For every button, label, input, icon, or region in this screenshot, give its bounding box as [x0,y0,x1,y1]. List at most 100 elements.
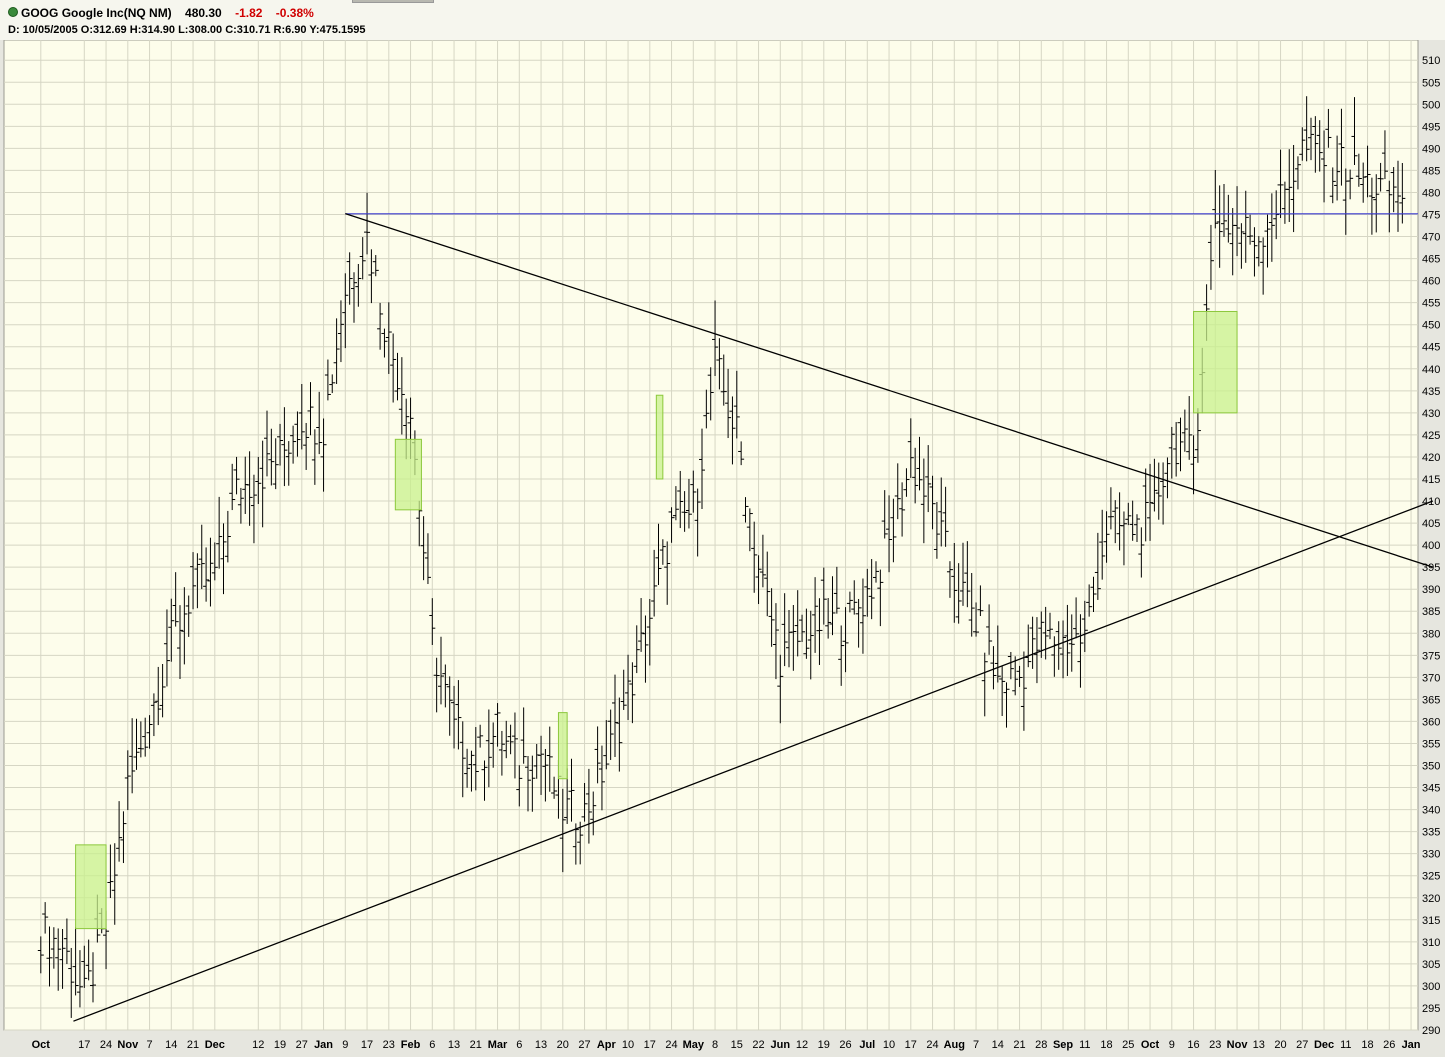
x-tick-label: Nov [117,1039,139,1051]
y-tick-label: 360 [1422,716,1440,728]
y-tick-label: 400 [1422,540,1440,552]
x-tick-label: 6 [429,1039,435,1051]
x-tick-label: 11 [1079,1039,1090,1051]
high-label: H: [129,24,142,36]
x-tick-label: 22 [752,1039,764,1051]
y-tick-label: 425 [1422,430,1440,442]
y-tick-label: 375 [1422,650,1440,662]
y-tick-label: 370 [1422,672,1440,684]
low-label: L: [178,24,189,36]
date-label: D: [8,24,20,36]
y-tick-label: 335 [1422,827,1440,839]
y-tick-label: 455 [1422,298,1440,310]
x-tick-label: 12 [252,1039,264,1051]
highlight-box[interactable] [75,844,107,930]
x-tick-label: Apr [597,1039,617,1051]
y-tick-label: 340 [1422,805,1440,817]
x-tick-label: 17 [361,1039,373,1051]
y-tick-label: 505 [1422,77,1440,89]
x-tick-label: 10 [883,1039,895,1051]
x-tick-label: 18 [1100,1039,1112,1051]
x-tick-label: 24 [665,1039,677,1051]
x-tick-label: Sep [1053,1039,1073,1051]
range-label: R: [273,24,286,36]
status-dot-icon [8,7,18,17]
y-tick-label: 475 [1422,210,1440,222]
x-tick-label: Dec [205,1039,225,1051]
x-tick-label: 27 [296,1039,308,1051]
y-tick-label: 460 [1422,276,1440,288]
y-tick-label: 365 [1422,694,1440,706]
date-value: 10/05/2005 [22,24,78,36]
x-tick-label: 8 [712,1039,718,1051]
price-change: -1.82 [235,6,263,20]
x-tick-label: 23 [383,1039,395,1051]
y-tick-label: 315 [1422,915,1440,927]
x-tick-label: 27 [1296,1039,1308,1051]
x-tick-label: 21 [187,1039,199,1051]
x-tick-label: 14 [992,1039,1004,1051]
x-tick-label: 17 [905,1039,917,1051]
y-tick-label: 385 [1422,606,1440,618]
x-tick-label: 27 [578,1039,590,1051]
chart-header: GOOG Google Inc(NQ NM) 480.30 -1.82 -0.3… [0,0,1445,40]
y-tick-label: 490 [1422,143,1440,155]
x-tick-label: Oct [32,1039,51,1051]
x-tick-label: 23 [1209,1039,1221,1051]
y-tick-label: 390 [1422,584,1440,596]
y-tick-label: 325 [1422,871,1440,883]
y-tick-label: 465 [1422,254,1440,266]
x-tick-label: 12 [796,1039,808,1051]
x-tick-label: Dec [1314,1039,1334,1051]
price-change-pct: -0.38% [275,6,314,20]
y-tick-label: 415 [1422,474,1440,486]
x-tick-label: Mar [488,1039,508,1051]
y-tick-label: 445 [1422,342,1440,354]
x-tick-label: 17 [644,1039,656,1051]
x-tick-label: 25 [1122,1039,1134,1051]
x-tick-label: Aug [944,1039,965,1051]
y-tick-label: 510 [1422,55,1440,67]
y-tick-label: 440 [1422,364,1440,376]
x-tick-label: 6 [516,1039,522,1051]
highlight-box[interactable] [655,394,664,480]
x-tick-label: 10 [622,1039,634,1051]
range-value: 6.90 [285,24,307,36]
y-tick-label: 305 [1422,959,1440,971]
x-tick-label: 9 [1169,1039,1175,1051]
company-name: Google Inc(NQ NM) [61,6,172,20]
x-tick-label: 16 [1187,1039,1199,1051]
y-tick-label: 295 [1422,1003,1440,1015]
symbol: GOOG [21,6,59,20]
y-tick-label: 350 [1422,761,1440,773]
y-tick-label: 405 [1422,518,1440,530]
x-tick-label: 19 [274,1039,286,1051]
x-tick-label: May [683,1039,705,1051]
x-tick-label: Oct [1141,1039,1160,1051]
x-tick-label: 26 [839,1039,851,1051]
ohlc-readout: D: 10/05/2005 O:312.69 H:314.90 L:308.00… [8,24,365,36]
x-tick-label: 9 [342,1039,348,1051]
x-tick-label: 26 [1383,1039,1395,1051]
x-tick-label: 7 [973,1039,979,1051]
open-label: O: [80,24,94,36]
highlight-box[interactable] [394,438,422,511]
x-tick-label: 15 [731,1039,743,1051]
x-tick-label: 11 [1340,1039,1351,1051]
highlight-box[interactable] [1193,310,1238,414]
y-tick-label: 495 [1422,121,1440,133]
price-chart[interactable]: 290 295 300 305 310 315 320 325 330 335 340 345 350 3… [0,40,1445,1057]
high-value: 314.90 [141,24,176,36]
y-tick-label: 430 [1422,408,1440,420]
y-tick-label: 310 [1422,937,1440,949]
x-tick-label: 13 [448,1039,460,1051]
cursor-y-value: 475.1595 [319,24,366,36]
toolbar-tab[interactable] [352,0,434,3]
open-value: 312.69 [93,24,127,36]
low-value: 308.00 [188,24,223,36]
y-tick-label: 420 [1422,452,1440,464]
x-tick-label: Nov [1227,1039,1249,1051]
x-tick-label: 13 [535,1039,547,1051]
highlight-box[interactable] [557,712,568,780]
x-tick-label: Jul [859,1039,875,1051]
